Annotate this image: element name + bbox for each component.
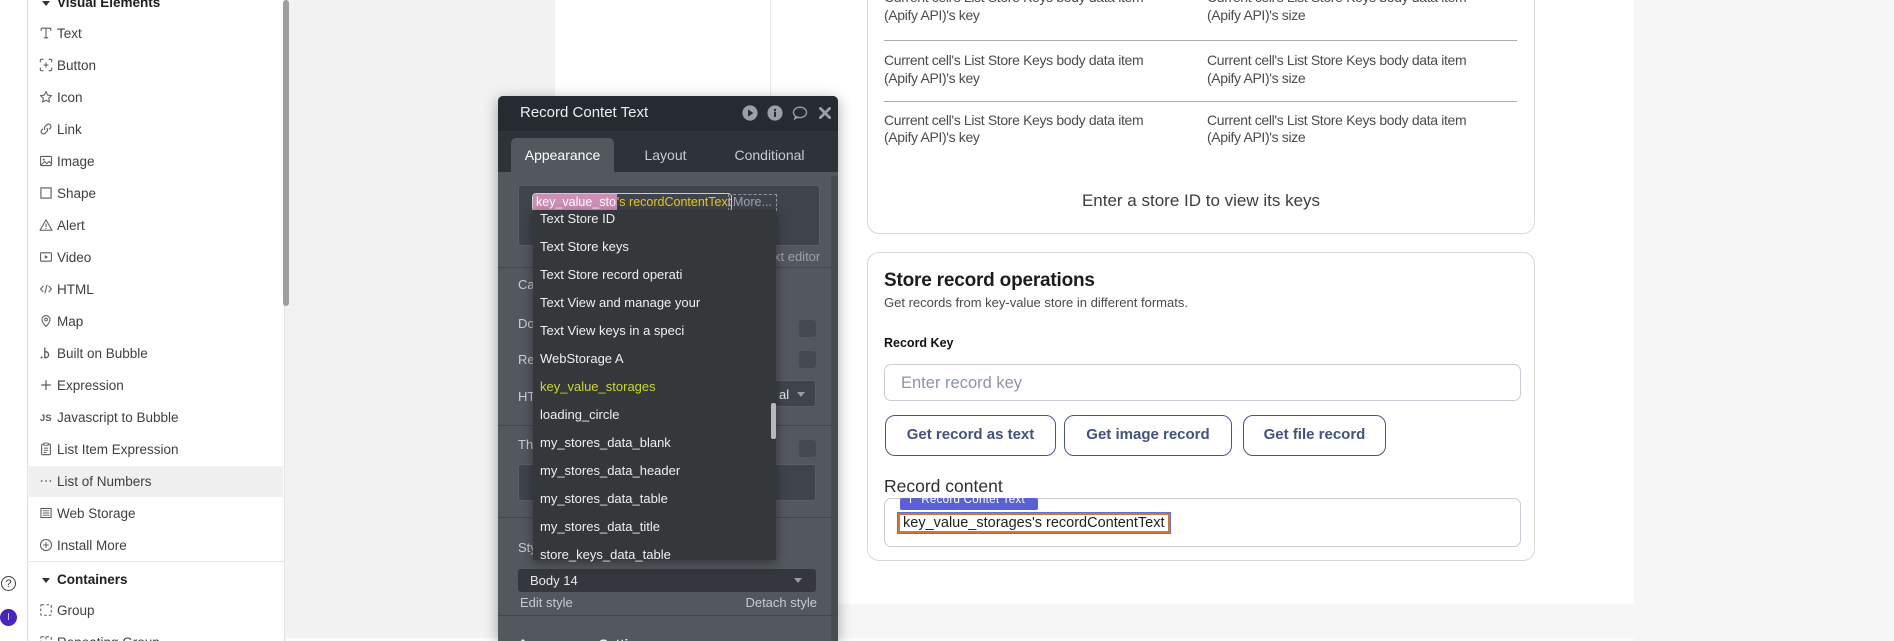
- svg-text:JS: JS: [40, 413, 52, 424]
